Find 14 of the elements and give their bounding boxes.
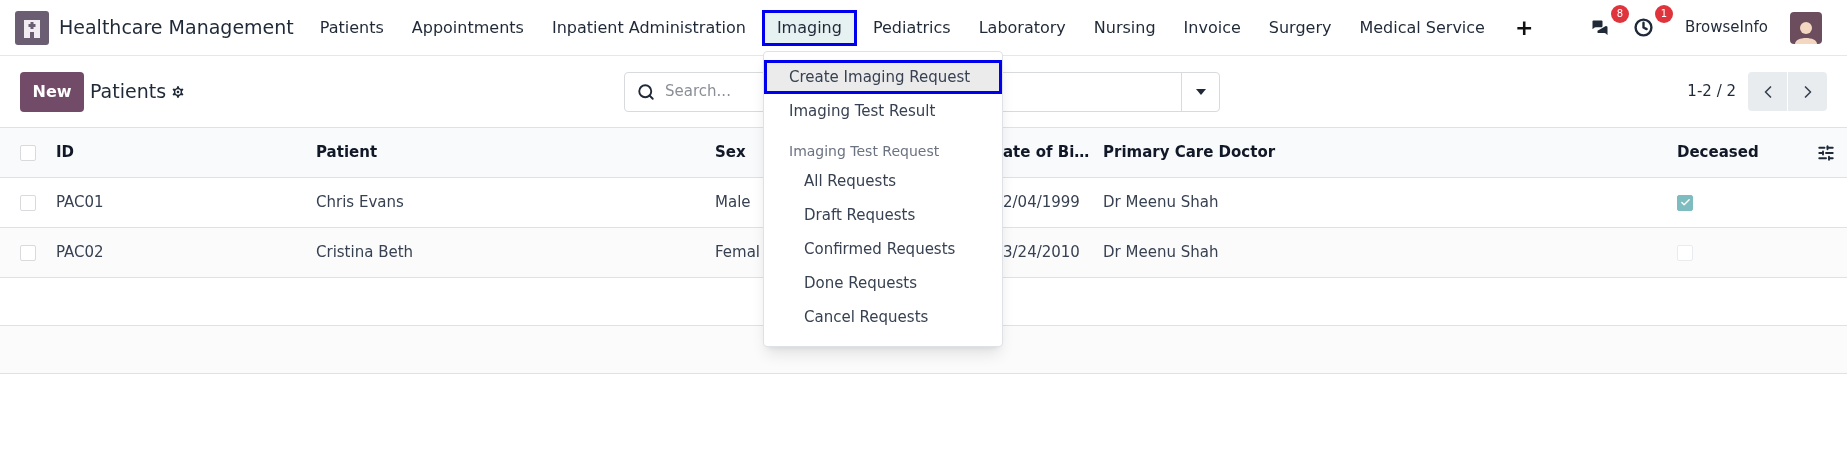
table-cell-text: PAC01 [56, 192, 105, 214]
table-cell-text: Femal [715, 242, 761, 264]
message-count-badge: 8 [1611, 4, 1629, 23]
table-cell-text: 3/24/2010 [1003, 242, 1081, 264]
table-cell-text: Male [715, 192, 752, 214]
table-cell-text: 2/04/1999 [1003, 192, 1081, 214]
breadcrumb-title: Patients [90, 79, 167, 105]
activity-count-badge: 1 [1655, 4, 1673, 23]
dropdown-section-header: Imaging Test Request [788, 141, 941, 161]
table-cell-text: Dr Meenu Shah [1103, 242, 1220, 264]
table-cell-text: Chris Evans [316, 192, 405, 214]
table-cell-text: Cristina Beth [316, 242, 415, 264]
table-cell-text: Dr Meenu Shah [1103, 192, 1220, 214]
table-cell-text: PAC02 [56, 242, 105, 264]
